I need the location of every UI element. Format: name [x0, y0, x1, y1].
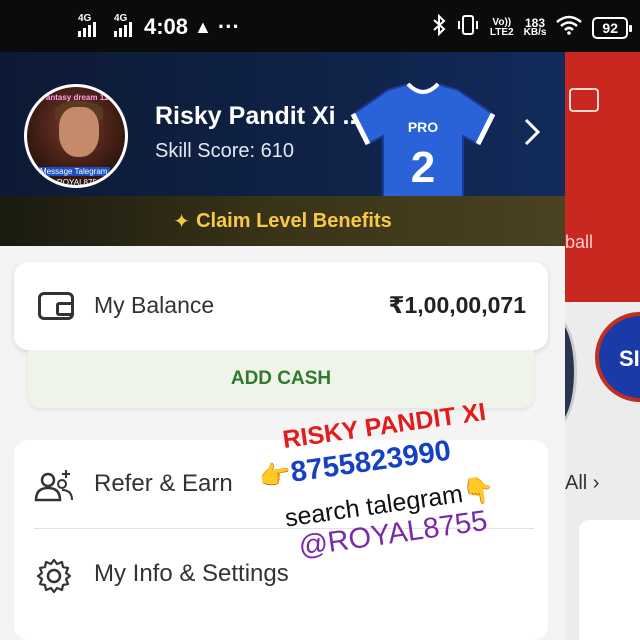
background-all-link: All › — [565, 472, 600, 494]
refer-icon — [34, 470, 73, 502]
side-drawer: Fantasy dream 11 t Message Talegram ROYA… — [0, 52, 565, 640]
menu-item-label: My Info & Settings — [94, 560, 289, 587]
background-tab-label: ball — [565, 232, 594, 252]
avatar-text-top: Fantasy dream 11 t — [41, 93, 114, 102]
sparkle-icon: ✦ — [173, 210, 191, 233]
network-speed: 183 KB/s — [523, 15, 547, 38]
claim-level-benefits-label: Claim Level Benefits — [196, 209, 392, 232]
avatar-face — [59, 107, 99, 157]
balance-card[interactable]: My Balance ₹1,00,00,071 — [14, 262, 548, 350]
jersey-label: PRO — [408, 119, 438, 135]
avatar[interactable]: Fantasy dream 11 t Message Talegram ROYA… — [24, 84, 128, 188]
bluetooth-icon — [432, 13, 446, 41]
add-cash-label: ADD CASH — [230, 368, 332, 389]
volte-indicator: Vo)) LTE2 — [489, 16, 514, 38]
background-badge: SI — [595, 312, 640, 402]
alert-icon: ▲ — [194, 16, 212, 37]
battery-icon: 92 — [592, 16, 632, 39]
wallet-icon — [38, 292, 74, 320]
background-team-logo — [565, 317, 577, 427]
status-left: 4G 4G 4:08 ▲ ··· — [78, 13, 240, 40]
avatar-text-mid: Message Talegram — [37, 167, 111, 176]
network-type-2: 4G — [114, 13, 128, 24]
wallet-icon — [569, 88, 599, 112]
claim-level-benefits-button[interactable]: ✦ Claim Level Benefits — [0, 196, 565, 246]
skill-score: Skill Score: 610 — [155, 140, 294, 162]
balance-label: My Balance — [94, 292, 215, 318]
avatar-text-bottom: ROYAL875 — [57, 178, 97, 187]
menu-item-label: Refer & Earn — [94, 470, 233, 497]
chevron-right-icon[interactable] — [518, 116, 546, 148]
jersey-icon: PRO 2 — [350, 82, 496, 212]
network-type-1: 4G — [78, 13, 92, 24]
background-card — [579, 520, 640, 640]
settings-icon — [36, 558, 72, 594]
add-cash-button[interactable]: ADD CASH — [28, 350, 534, 408]
menu-item-info-settings[interactable]: My Info & Settings — [14, 530, 548, 618]
pointing-right-icon: 👉 — [256, 458, 294, 493]
status-bar: 4G 4G 4:08 ▲ ··· Vo)) LTE2 183 KB/s 92 — [0, 0, 640, 52]
profile-header[interactable]: Fantasy dream 11 t Message Talegram ROYA… — [0, 52, 565, 246]
status-right: Vo)) LTE2 183 KB/s 92 — [432, 13, 632, 41]
signal-icon-2: 4G — [114, 13, 132, 37]
clock: 4:08 — [144, 14, 189, 39]
wifi-icon — [556, 15, 583, 40]
more-notifications-icon: ··· — [217, 14, 240, 39]
jersey-number: 2 — [411, 143, 435, 192]
vibrate-icon — [456, 14, 480, 41]
background-app: ball SI All › — [565, 52, 640, 640]
signal-icon-1: 4G — [78, 13, 96, 37]
pointing-down-icon: 👇 — [460, 473, 497, 508]
balance-value: ₹1,00,00,071 — [388, 292, 526, 318]
username: Risky Pandit Xi ... — [155, 102, 364, 130]
